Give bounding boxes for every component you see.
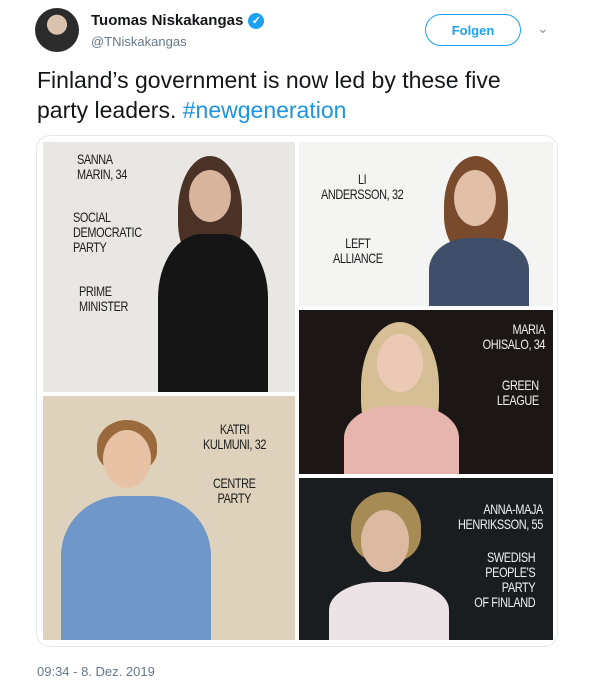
andersson-face (454, 170, 496, 226)
panel-marin: SANNA MARIN, 34 SOCIAL DEMOCRATIC PARTY … (43, 142, 295, 392)
tweet-image[interactable]: SANNA MARIN, 34 SOCIAL DEMOCRATIC PARTY … (36, 135, 558, 647)
kulmuni-face (103, 430, 151, 488)
author-avatar[interactable] (35, 8, 79, 52)
follow-button[interactable]: Folgen (425, 14, 521, 46)
tweet-timestamp[interactable]: 09:34 - 8. Dez. 2019 (37, 664, 155, 679)
kulmuni-party: CENTRE PARTY (213, 475, 256, 506)
kulmuni-body (61, 496, 211, 640)
marin-name: SANNA MARIN, 34 (77, 151, 127, 182)
chevron-down-icon[interactable]: ⌄ (537, 20, 549, 37)
kulmuni-name: KATRI KULMUNI, 32 (203, 421, 267, 452)
henriksson-party: SWEDISH PEOPLE'S PARTY OF FINLAND (473, 549, 535, 610)
tweet-text: Finland’s government is now led by these… (37, 65, 557, 125)
marin-face (189, 170, 231, 222)
marin-role: PRIME MINISTER (79, 283, 129, 314)
marin-body (158, 234, 268, 392)
verified-badge-icon: ✓ (248, 12, 265, 29)
author-name[interactable]: Tuomas Niskakangas (91, 12, 243, 29)
henriksson-face (361, 510, 409, 572)
ohisalo-name: MARIA OHISALO, 34 (482, 321, 546, 352)
panel-andersson: LI ANDERSSON, 32 LEFT ALLIANCE (299, 142, 553, 306)
panel-kulmuni: KATRI KULMUNI, 32 CENTRE PARTY (43, 396, 295, 640)
henriksson-body (329, 582, 449, 640)
panel-henriksson: ANNA-MAJA HENRIKSSON, 55 SWEDISH PEOPLE'… (299, 478, 553, 640)
ohisalo-party: GREEN LEAGUE (497, 377, 539, 408)
andersson-party: LEFT ALLIANCE (333, 235, 383, 266)
author-name-row[interactable]: Tuomas Niskakangas ✓ (91, 12, 265, 29)
ohisalo-body (344, 406, 459, 474)
ohisalo-face (377, 334, 423, 392)
andersson-name: LI ANDERSSON, 32 (321, 171, 404, 202)
marin-party: SOCIAL DEMOCRATIC PARTY (73, 209, 142, 255)
hashtag-link[interactable]: #newgeneration (183, 97, 347, 123)
author-handle[interactable]: @TNiskakangas (91, 34, 187, 49)
panel-ohisalo: MARIA OHISALO, 34 GREEN LEAGUE (299, 310, 553, 474)
henriksson-name: ANNA-MAJA HENRIKSSON, 55 (458, 501, 543, 532)
andersson-body (429, 238, 529, 306)
